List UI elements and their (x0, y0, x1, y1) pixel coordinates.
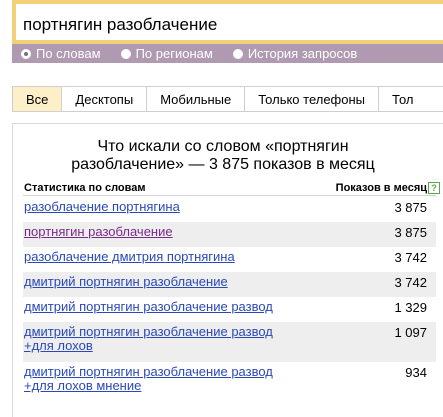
search-area: портнягин разоблачение По словам По реги… (12, 0, 443, 63)
radio-by-words[interactable]: По словам (21, 46, 101, 61)
tab-mobile[interactable]: Мобильные (147, 87, 246, 111)
table-row: разоблачение дмитрия портнягина 3 742 (23, 247, 436, 272)
phrase-link[interactable]: портнягин разоблачение (24, 225, 299, 239)
impressions-count: 934 (405, 365, 427, 380)
tab-desktops[interactable]: Десктопы (62, 87, 148, 111)
radio-unchecked-icon (232, 48, 243, 59)
table-row: дмитрий портнягин разоблачение 3 742 (23, 272, 436, 297)
help-icon[interactable]: ? (428, 182, 440, 194)
impressions-count: 3 742 (394, 250, 427, 265)
word-stats-panel: Что искали со словом «портнягин разоблач… (12, 123, 443, 417)
radio-unchecked-icon (120, 48, 131, 59)
radio-label: История запросов (247, 46, 358, 61)
impressions-count: 3 875 (394, 200, 427, 215)
phrase-link[interactable]: дмитрий портнягин разоблачение развод +д… (24, 325, 299, 353)
tab-phones-only[interactable]: Только телефоны (245, 87, 380, 111)
tab-all[interactable]: Все (13, 87, 63, 111)
radio-query-history[interactable]: История запросов (232, 46, 358, 61)
phrase-link[interactable]: дмитрий портнягин разоблачение (24, 275, 299, 289)
table-row: портнягин разоблачение 3 875 (23, 222, 436, 247)
impressions-count: 3 875 (394, 225, 427, 240)
table-header: Статистика по словам Показов в месяц ? (23, 182, 440, 196)
search-input[interactable]: портнягин разоблачение (12, 0, 443, 44)
radio-label: По словам (36, 46, 101, 61)
radio-by-regions[interactable]: По регионам (120, 46, 213, 61)
phrase-link[interactable]: дмитрий портнягин разоблачение развод +д… (24, 365, 299, 393)
impressions-count: 1 097 (394, 325, 427, 340)
stats-table: разоблачение портнягина 3 875 портнягин … (23, 197, 436, 402)
impressions-count: 1 329 (394, 300, 427, 315)
table-row: разоблачение портнягина 3 875 (23, 197, 436, 222)
table-row: дмитрий портнягин разоблачение развод +д… (23, 322, 436, 362)
table-row: дмитрий портнягин разоблачение развод 1 … (23, 297, 436, 322)
column-header-count: Показов в месяц (335, 182, 427, 194)
phrase-link[interactable]: разоблачение портнягина (24, 200, 299, 214)
radio-label: По регионам (135, 46, 213, 61)
panel-title: Что искали со словом «портнягин разоблач… (71, 138, 375, 173)
tab-tablets-only[interactable]: Тол (379, 87, 426, 111)
phrase-link[interactable]: дмитрий портнягин разоблачение развод (24, 300, 299, 314)
radio-checked-icon (21, 48, 31, 59)
table-row: дмитрий портнягин разоблачение развод +д… (23, 362, 436, 402)
impressions-count: 3 742 (394, 275, 427, 290)
phrase-link[interactable]: разоблачение дмитрия портнягина (24, 250, 299, 264)
device-tabs: Все Десктопы Мобильные Только телефоны Т… (12, 86, 443, 112)
column-header-phrase: Статистика по словам (24, 182, 146, 194)
search-mode-bar: По словам По регионам История запросов (12, 44, 443, 63)
